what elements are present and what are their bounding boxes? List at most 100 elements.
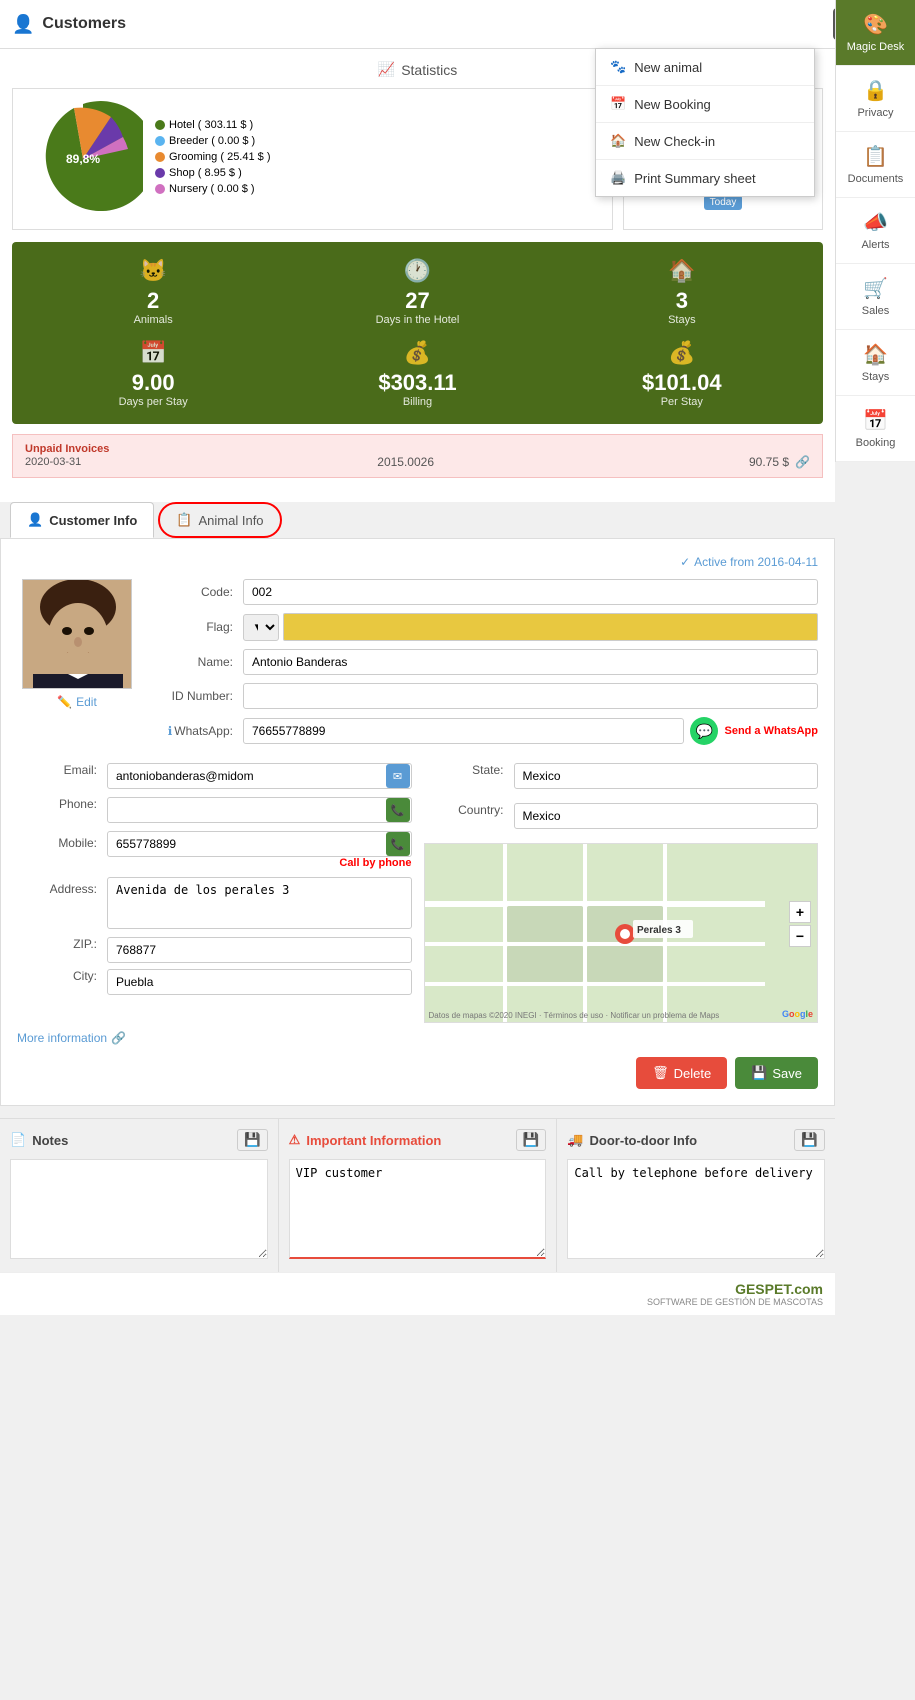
booking-icon: 📅 [863,408,888,433]
state-input[interactable] [514,763,819,789]
form-fields: Code: Flag: ▼ Name: [153,579,818,753]
mobile-input[interactable] [107,831,412,857]
zip-input[interactable] [107,937,412,963]
phone-input[interactable] [107,797,412,823]
brand-name: GESPET.com [12,1281,823,1297]
send-whatsapp-button[interactable]: 💬 [690,717,718,745]
sidebar-magic-desk-label: Magic Desk [847,41,904,53]
sidebar-stays-label: Stays [862,371,890,383]
phone-call-button[interactable]: 📞 [386,798,410,822]
animals-label: Animals [28,314,278,326]
sidebar-item-magic-desk[interactable]: 🎨 Magic Desk [836,0,915,66]
home-icon: 🏠 [610,133,626,149]
state-row: State: [424,763,819,789]
mobile-call-button[interactable]: 📞 [386,832,410,856]
more-info-link[interactable]: More information 🔗 [17,1031,818,1045]
sales-icon: 🛒 [863,276,888,301]
country-input[interactable] [514,803,819,829]
cat-icon: 🐱 [28,258,278,284]
calendar2-icon: 📅 [28,340,278,366]
code-input[interactable] [243,579,818,605]
stat-days-hotel: 🕐 27 Days in the Hotel [292,258,542,326]
unpaid-external-link-icon[interactable]: 🔗 [795,455,810,469]
edit-link[interactable]: ✏️ Edit [57,695,97,709]
sidebar-item-sales[interactable]: 🛒 Sales [836,264,915,330]
map-footer: Datos de mapas ©2020 INEGI · Términos de… [429,1011,720,1020]
code-row: Code: [153,579,818,605]
sidebar-item-privacy[interactable]: 🔒 Privacy [836,66,915,132]
unpaid-amount: 90.75 $ [749,455,789,469]
mobile-input-area: 📞 Call by phone [107,831,412,869]
sidebar-item-documents[interactable]: 📋 Documents [836,132,915,198]
unpaid-invoices-section: Unpaid Invoices 2020-03-31 2015.0026 90.… [12,434,823,478]
email-label: Email: [17,763,107,777]
legend-nursery: Nursery ( 0.00 $ ) [155,183,271,195]
right-sidebar: 🎨 Magic Desk 🔒 Privacy 📋 Documents 📣 Ale… [835,0,915,462]
door-title: Door-to-door Info [590,1133,698,1148]
zoom-in-button[interactable]: + [789,901,811,923]
legend-breeder: Breeder ( 0.00 $ ) [155,135,271,147]
dropdown-print-summary[interactable]: 🖨️ Print Summary sheet [596,160,814,196]
mobile-row: Mobile: 📞 Call by phone [17,831,412,869]
email-send-button[interactable]: ✉ [386,764,410,788]
per-stay-label: Per Stay [557,396,807,408]
zoom-out-button[interactable]: − [789,925,811,947]
notes-panel-header: 📄 Notes 💾 [10,1129,268,1151]
map-container: BOSQUES DE REAL STRE Perales 3 Ampliar e… [424,843,819,1023]
tab-animal-info[interactable]: 📋 Animal Info [158,502,281,538]
notes-save-button[interactable]: 💾 [237,1129,268,1151]
notes-panel: 📄 Notes 💾 [0,1119,279,1272]
notes-textarea[interactable] [10,1159,268,1259]
flag-field-row: ▼ [243,613,818,641]
main-content: 📈 Statistics [0,49,835,1315]
stays-value: 3 [557,288,807,314]
door-save-button[interactable]: 💾 [794,1129,825,1151]
id-number-input[interactable] [243,683,818,709]
calendar-icon: 📅 [610,96,626,112]
sidebar-item-booking[interactable]: 📅 Booking [836,396,915,462]
sidebar-item-alerts[interactable]: 📣 Alerts [836,198,915,264]
dropdown-new-booking[interactable]: 📅 New Booking [596,86,814,123]
email-input[interactable] [107,763,412,789]
important-title-row: ⚠ Important Information [289,1132,442,1148]
dropdown-new-checkin[interactable]: 🏠 New Check-in [596,123,814,160]
tab-customer-info[interactable]: 👤 Customer Info [10,502,154,538]
important-save-button[interactable]: 💾 [516,1129,547,1151]
customer-info-tab-label: Customer Info [49,513,137,528]
important-title: Important Information [306,1133,441,1148]
delete-button[interactable]: 🗑 Delete [636,1057,727,1089]
whatsapp-field-area: 💬 Send a WhatsApp [243,717,818,745]
country-row: Country: [424,803,819,829]
page-title: Customers [42,15,126,33]
unpaid-title: Unpaid Invoices [25,443,810,455]
unpaid-date: 2020-03-31 [25,456,81,468]
address-input[interactable]: Avenida de los perales 3 [107,877,412,929]
billing-value: $303.11 [292,370,542,396]
col-left: Email: ✉ Phone: 📞 M [17,763,412,1023]
edit-label: Edit [76,695,97,709]
magic-desk-icon: 🎨 [863,12,888,37]
external-link-icon: 🔗 [111,1031,126,1045]
id-number-row: ID Number: [153,683,818,709]
sidebar-item-stays[interactable]: 🏠 Stays [836,330,915,396]
mobile-input-row: 📞 [107,831,412,857]
city-input[interactable] [107,969,412,995]
name-input[interactable] [243,649,818,675]
city-row: City: [17,969,412,995]
user-icon: 👤 [12,14,34,35]
dropdown-new-checkin-label: New Check-in [634,134,715,149]
form-with-photo: ✏️ Edit Code: Flag: ▼ [17,579,818,753]
save-button[interactable]: 💾 Save [735,1057,818,1089]
phone-row: Phone: 📞 [17,797,412,823]
animals-value: 2 [28,288,278,314]
door-textarea[interactable]: Call by telephone before delivery [567,1159,825,1259]
important-textarea[interactable]: VIP customer [289,1159,547,1259]
whatsapp-input[interactable] [243,718,684,744]
dropdown-new-booking-label: New Booking [634,97,711,112]
flag-select[interactable]: ▼ [243,614,279,641]
notes-title: Notes [32,1133,68,1148]
stays-icon: 🏠 [863,342,888,367]
dropdown-new-animal[interactable]: 🐾 New animal [596,49,814,86]
header-title-area: 👤 Customers [12,14,126,35]
mobile-label: Mobile: [17,831,107,850]
